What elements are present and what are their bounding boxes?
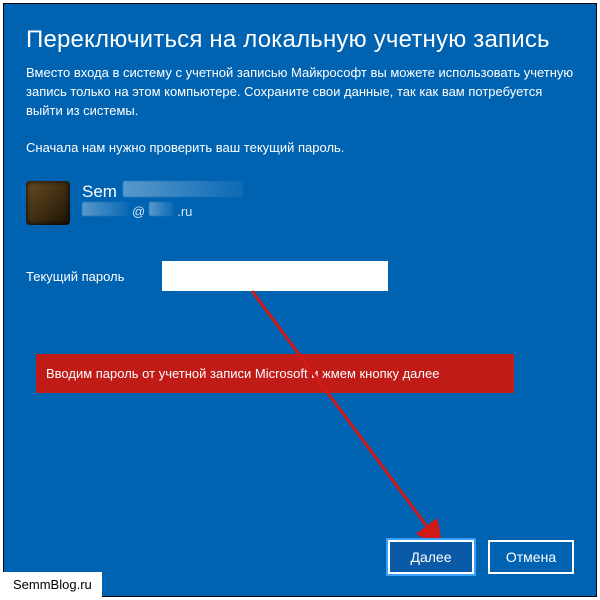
email-domain-fragment: .ru [177,204,192,219]
account-name: Sem [82,181,243,202]
redacted-name [123,181,243,197]
account-text: Sem @ .ru [82,181,243,219]
dialog-footer: Далее Отмена [388,540,574,574]
verify-paragraph: Сначала нам нужно проверить ваш текущий … [4,131,596,176]
account-email: @ .ru [82,202,243,219]
password-label: Текущий пароль [26,269,144,284]
watermark: SemmBlog.ru [3,572,102,597]
redacted-email-domain [149,202,173,216]
account-block: Sem @ .ru [4,175,596,243]
current-password-input[interactable] [162,261,388,291]
next-button[interactable]: Далее [388,540,474,574]
email-at: @ [132,204,145,219]
cancel-button[interactable]: Отмена [488,540,574,574]
password-row: Текущий пароль [4,243,596,295]
redacted-email-local [82,202,128,216]
annotation-callout: Вводим пароль от учетной записи Microsof… [36,354,514,393]
account-name-visible: Sem [82,182,117,202]
avatar [26,181,70,225]
intro-paragraph: Вместо входа в систему с учетной записью… [4,64,596,131]
dialog-window: Переключиться на локальную учетную запис… [3,3,597,597]
page-title: Переключиться на локальную учетную запис… [4,4,596,64]
